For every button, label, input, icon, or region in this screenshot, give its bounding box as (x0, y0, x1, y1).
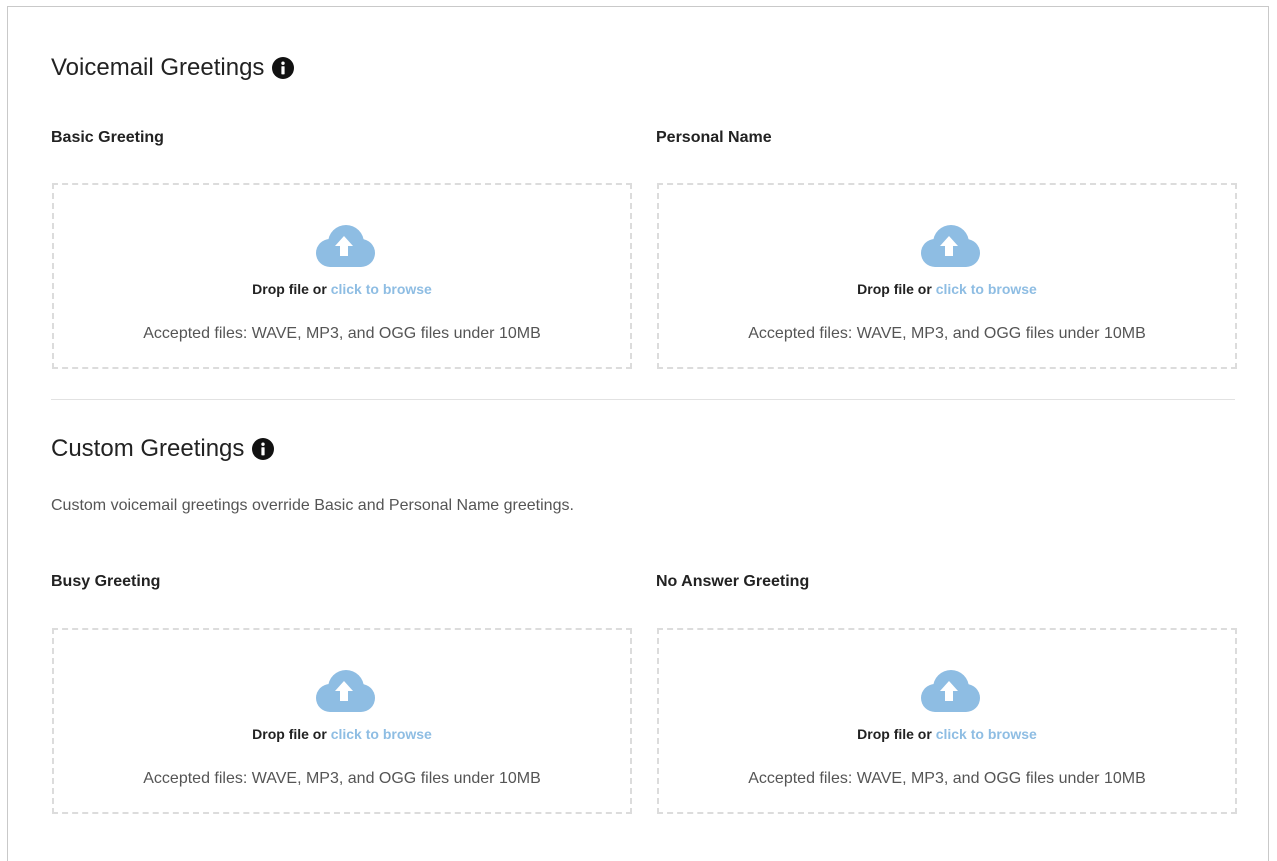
cloud-upload-icon (921, 225, 980, 267)
accepted-files-text: Accepted files: WAVE, MP3, and OGG files… (748, 770, 1146, 787)
drop-text: Drop file or (857, 726, 932, 742)
drop-instruction: Drop file or click to browse (659, 726, 1235, 742)
info-icon[interactable] (252, 438, 275, 460)
busy-greeting-dropzone[interactable]: Drop file or click to browse Accepted fi… (52, 628, 632, 814)
basic-greeting-dropzone[interactable]: Drop file or click to browse Accepted fi… (52, 183, 632, 369)
drop-instruction: Drop file or click to browse (54, 281, 630, 297)
voicemail-greetings-title: Voicemail Greetings (51, 54, 265, 81)
accepted-files-text: Accepted files: WAVE, MP3, and OGG files… (748, 325, 1146, 342)
browse-link[interactable]: click to browse (331, 726, 432, 742)
browse-link[interactable]: click to browse (331, 281, 432, 297)
section-divider (51, 399, 1235, 400)
personal-name-label: Personal Name (656, 129, 772, 146)
accepted-files-text: Accepted files: WAVE, MP3, and OGG files… (143, 770, 541, 787)
drop-text: Drop file or (252, 726, 327, 742)
cloud-upload-icon (316, 670, 375, 712)
no-answer-greeting-dropzone[interactable]: Drop file or click to browse Accepted fi… (657, 628, 1237, 814)
busy-greeting-label: Busy Greeting (51, 573, 161, 590)
custom-greetings-title: Custom Greetings (51, 435, 245, 462)
basic-greeting-label: Basic Greeting (51, 129, 164, 146)
voicemail-greetings-heading: Voicemail Greetings (51, 54, 295, 82)
drop-instruction: Drop file or click to browse (54, 726, 630, 742)
cloud-upload-icon (921, 670, 980, 712)
info-icon[interactable] (272, 57, 295, 79)
drop-instruction: Drop file or click to browse (659, 281, 1235, 297)
drop-text: Drop file or (252, 281, 327, 297)
no-answer-greeting-label: No Answer Greeting (656, 573, 810, 590)
custom-greetings-description: Custom voicemail greetings override Basi… (51, 497, 574, 514)
accepted-files-text: Accepted files: WAVE, MP3, and OGG files… (143, 325, 541, 342)
browse-link[interactable]: click to browse (936, 726, 1037, 742)
custom-greetings-heading: Custom Greetings (51, 435, 275, 463)
personal-name-dropzone[interactable]: Drop file or click to browse Accepted fi… (657, 183, 1237, 369)
cloud-upload-icon (316, 225, 375, 267)
drop-text: Drop file or (857, 281, 932, 297)
browse-link[interactable]: click to browse (936, 281, 1037, 297)
